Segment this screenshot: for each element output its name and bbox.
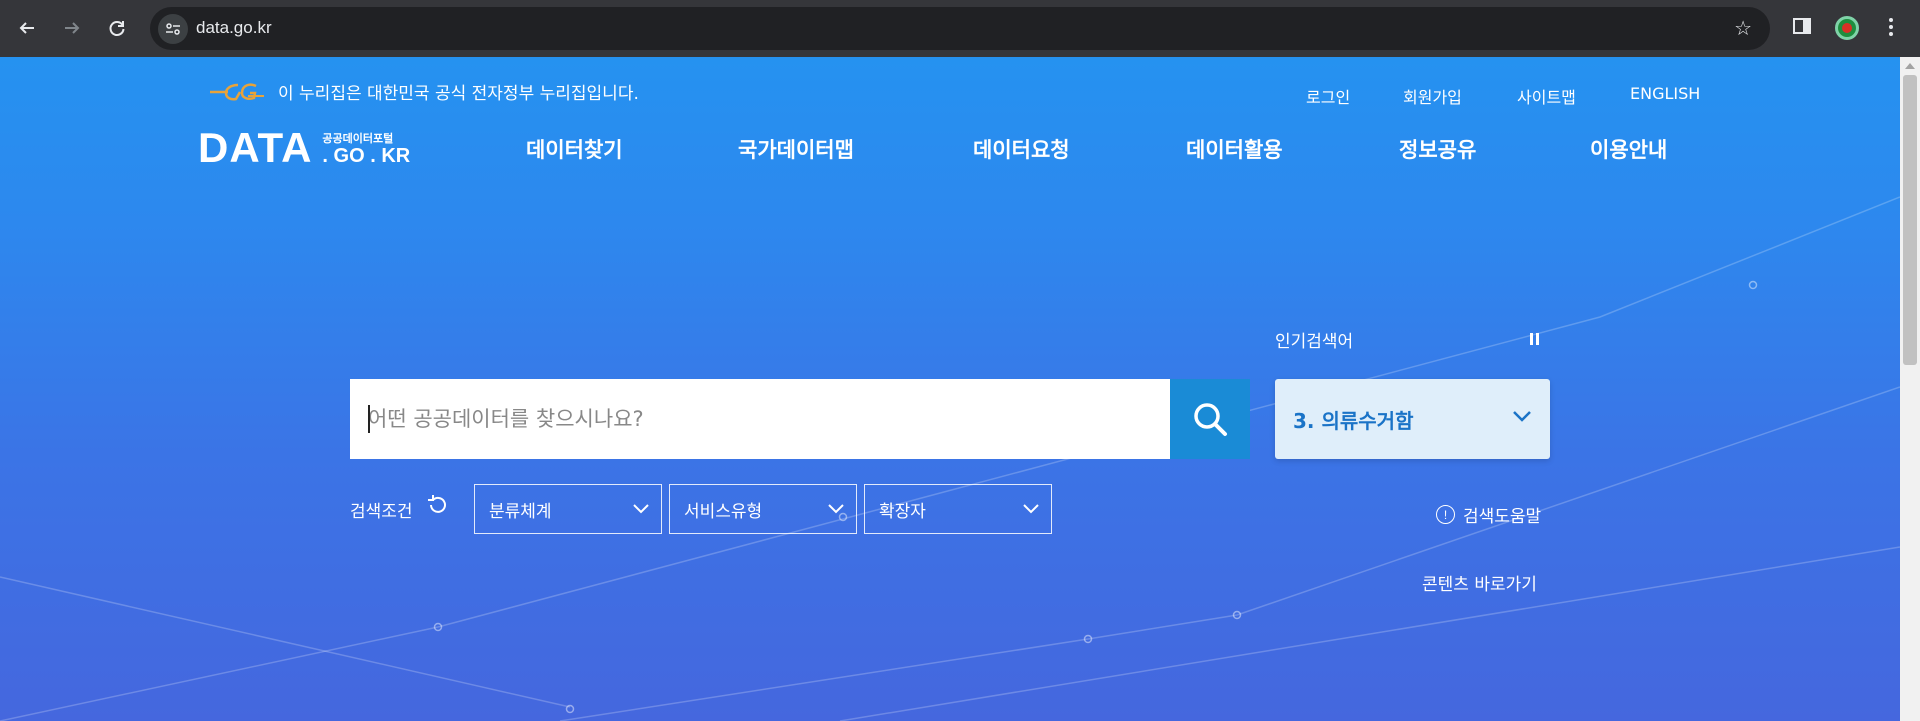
nav-guide[interactable]: 이용안내 bbox=[1590, 134, 1667, 164]
search-input[interactable] bbox=[350, 379, 1170, 459]
popular-keyword-dropdown[interactable]: 3. 의류수거함 bbox=[1275, 379, 1550, 459]
site-logo[interactable]: DATA 공공데이터포털 . GO . KR bbox=[198, 127, 410, 169]
nav-data-request[interactable]: 데이터요청 bbox=[973, 134, 1070, 164]
service-type-select-label: 서비스유형 bbox=[684, 501, 763, 522]
extension-select[interactable]: 확장자 bbox=[864, 484, 1052, 534]
category-select[interactable]: 분류체계 bbox=[474, 484, 662, 534]
nav-data-search[interactable]: 데이터찾기 bbox=[526, 134, 623, 164]
chevron-down-icon bbox=[1023, 504, 1039, 514]
menu-kebab-icon[interactable] bbox=[1888, 16, 1894, 42]
chevron-down-icon bbox=[633, 504, 649, 514]
info-icon: ! bbox=[1436, 505, 1455, 524]
popular-keywords-label: 인기검색어 bbox=[1275, 332, 1354, 352]
extension-select-label: 확장자 bbox=[879, 501, 926, 522]
back-arrow-icon bbox=[19, 22, 34, 34]
search-conditions-label: 검색조건 bbox=[350, 502, 413, 522]
profile-avatar[interactable] bbox=[1835, 16, 1859, 40]
gov-notice-text: 이 누리집은 대한민국 공식 전자정부 누리집입니다. bbox=[278, 84, 639, 104]
reload-button[interactable] bbox=[101, 12, 133, 44]
page-viewport: 이 누리집은 대한민국 공식 전자정부 누리집입니다. 로그인 회원가입 사이트… bbox=[0, 57, 1900, 721]
forward-button[interactable] bbox=[56, 12, 88, 44]
text-caret bbox=[368, 405, 370, 433]
category-select-label: 분류체계 bbox=[489, 501, 552, 522]
forward-arrow-icon bbox=[65, 22, 80, 34]
bookmark-star-icon[interactable]: ☆ bbox=[1734, 16, 1752, 40]
browser-toolbar: data.go.kr ☆ bbox=[0, 0, 1920, 57]
sitemap-link[interactable]: 사이트맵 bbox=[1517, 84, 1576, 108]
site-info-icon[interactable] bbox=[158, 14, 188, 44]
scrollbar[interactable] bbox=[1900, 57, 1920, 721]
side-panel-icon[interactable] bbox=[1792, 16, 1812, 40]
url-text: data.go.kr bbox=[196, 18, 272, 37]
english-link[interactable]: ENGLISH bbox=[1630, 84, 1700, 103]
skip-to-content-link[interactable]: 콘텐츠 바로가기 bbox=[1422, 570, 1537, 595]
search-button[interactable] bbox=[1170, 379, 1250, 459]
popular-keyword-current: 3. 의류수거함 bbox=[1293, 409, 1414, 433]
address-bar[interactable]: data.go.kr ☆ bbox=[150, 7, 1770, 50]
logo-domain-text: . GO . KR bbox=[322, 145, 411, 167]
nav-info-sharing[interactable]: 정보공유 bbox=[1399, 134, 1476, 164]
logo-sub-text: 공공데이터포털 bbox=[322, 132, 394, 145]
pause-icon[interactable] bbox=[1530, 333, 1540, 345]
chevron-down-icon bbox=[828, 504, 844, 514]
nav-national-data-map[interactable]: 국가데이터맵 bbox=[738, 134, 854, 164]
search-help-label: 검색도움말 bbox=[1463, 507, 1542, 527]
logo-main-text: DATA bbox=[198, 124, 313, 171]
refresh-icon[interactable] bbox=[426, 494, 448, 516]
scroll-up-arrow-icon[interactable] bbox=[1905, 63, 1915, 69]
service-type-select[interactable]: 서비스유형 bbox=[669, 484, 857, 534]
nav-data-usage[interactable]: 데이터활용 bbox=[1186, 134, 1283, 164]
back-button[interactable] bbox=[11, 12, 43, 44]
login-link[interactable]: 로그인 bbox=[1306, 84, 1350, 108]
signup-link[interactable]: 회원가입 bbox=[1403, 84, 1462, 108]
gov-notice: 이 누리집은 대한민국 공식 전자정부 누리집입니다. bbox=[208, 79, 639, 104]
egov-logo-icon bbox=[209, 82, 264, 100]
search-icon bbox=[1194, 403, 1227, 436]
reload-icon bbox=[109, 21, 125, 36]
search-help-link[interactable]: ! 검색도움말 bbox=[1436, 502, 1541, 527]
search-box bbox=[350, 379, 1170, 459]
chevron-down-icon bbox=[1513, 411, 1531, 422]
scrollbar-thumb[interactable] bbox=[1903, 75, 1917, 365]
